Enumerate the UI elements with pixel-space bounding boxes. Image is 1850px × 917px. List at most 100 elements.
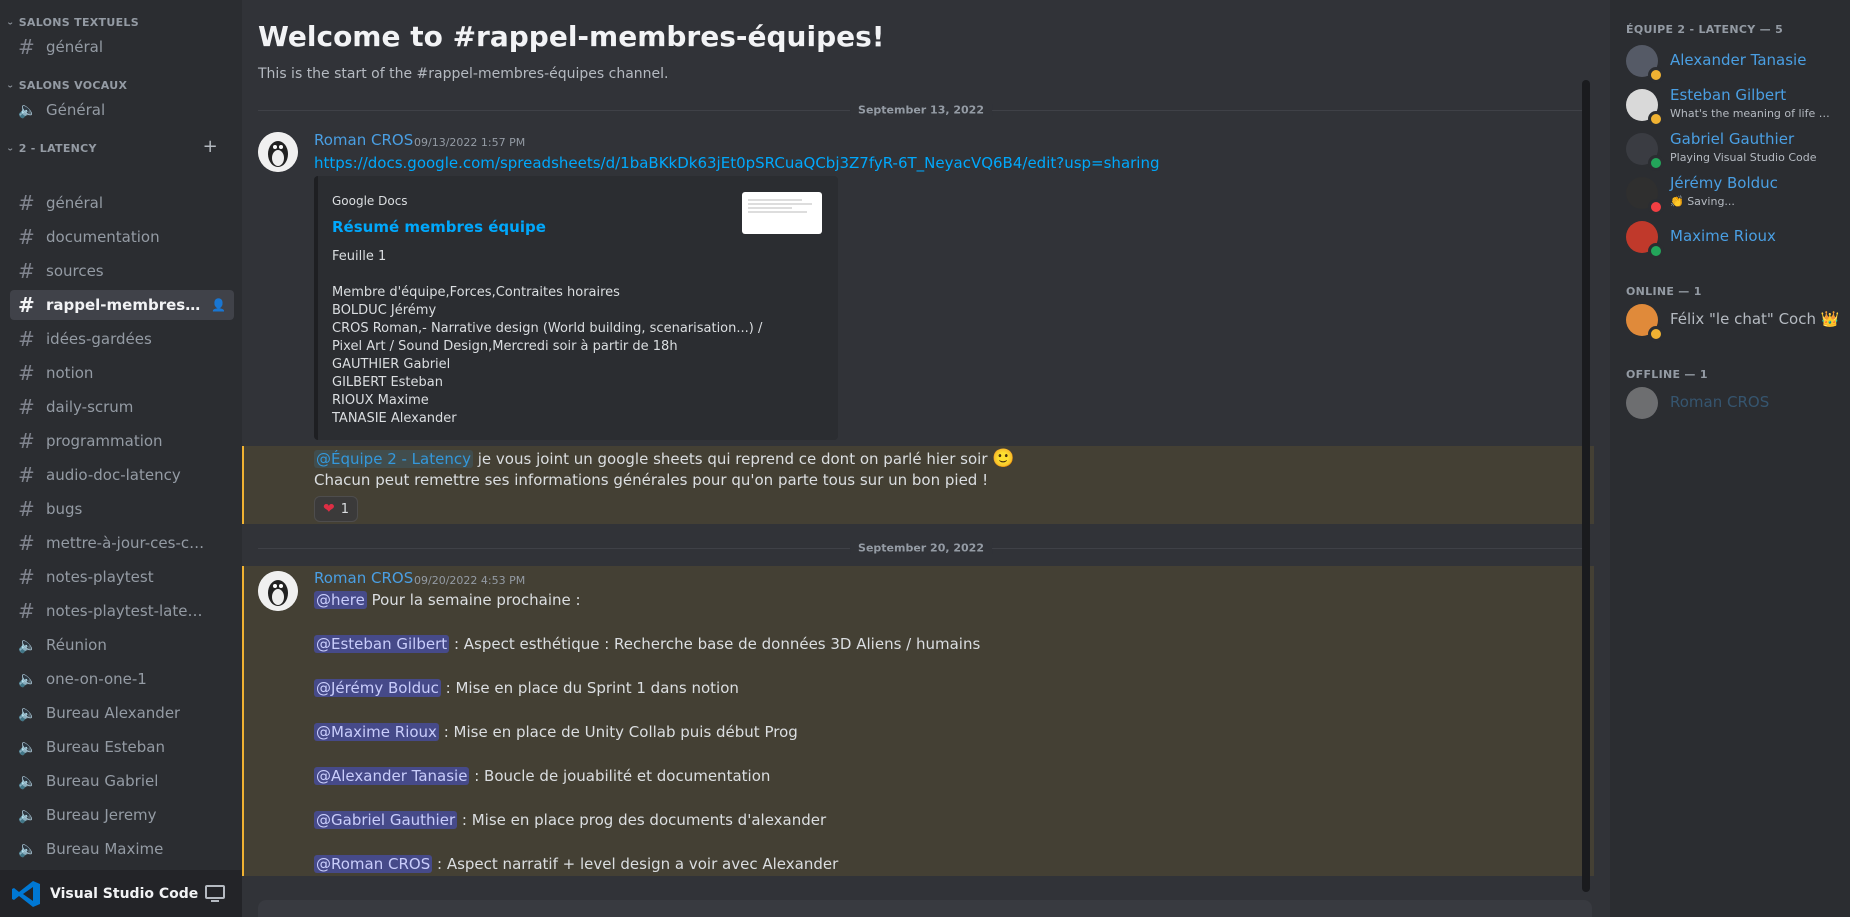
channel-active[interactable]: #rappel-membres-équ...👤 — [10, 290, 234, 320]
channel-item[interactable]: # notes-playtest-latency — [10, 596, 234, 626]
member-name: Gabriel Gauthier — [1670, 130, 1795, 148]
channel-item[interactable]: 🔈 one-on-one-1 — [10, 664, 234, 694]
add-channel-icon[interactable]: + — [203, 136, 218, 157]
chat-area: Welcome to #rappel-membres-équipes! This… — [242, 0, 1594, 917]
status-green-icon — [1648, 243, 1664, 259]
avatar[interactable] — [258, 132, 298, 172]
channel-item[interactable]: 🔈 Bureau Gabriel — [10, 766, 234, 796]
channel-general[interactable]: # général — [10, 32, 234, 62]
user-mention[interactable]: @Jérémy Bolduc — [314, 679, 441, 697]
invite-icon[interactable]: 👤 — [211, 298, 226, 312]
role-mention[interactable]: @Équipe 2 - Latency — [314, 450, 473, 468]
message-line: @Esteban Gilbert : Aspect esthétique : R… — [314, 635, 981, 653]
message-timestamp: 09/13/2022 1:57 PM — [414, 136, 526, 149]
status-idle-icon — [1648, 67, 1664, 83]
member-item[interactable]: Maxime Rioux — [1626, 217, 1846, 259]
embed-thumbnail[interactable] — [742, 192, 822, 234]
user-mention[interactable]: @Maxime Rioux — [314, 723, 439, 741]
member-name: Félix "le chat" Coch 👑 — [1670, 310, 1840, 328]
here-mention[interactable]: @here — [314, 591, 367, 609]
category-text-channels[interactable]: ⌄ SALONS TEXTUELS — [6, 16, 139, 29]
channel-item[interactable]: # notion — [10, 358, 234, 388]
scrollbar-thumb[interactable] — [1582, 80, 1590, 892]
mention-highlight — [242, 566, 1594, 876]
scrollbar[interactable] — [1578, 0, 1594, 917]
status-green-icon — [1648, 155, 1664, 171]
welcome-subtitle: This is the start of the #rappel-membres… — [258, 66, 669, 82]
hash-icon: # — [18, 463, 35, 487]
member-felix[interactable]: Félix "le chat" Coch 👑 — [1626, 300, 1846, 342]
hash-icon: # — [18, 599, 35, 623]
category-voice-channels[interactable]: ⌄ SALONS VOCAUX — [6, 79, 127, 92]
channel-sidebar: ⌄ SALONS TEXTUELS # général ⌄ SALONS VOCAUX… — [0, 0, 242, 917]
speaker-icon: 🔈 — [18, 772, 37, 790]
embed-title[interactable]: Résumé membres équipe — [332, 218, 546, 236]
channel-item[interactable]: 🔈 Bureau Alexander — [10, 698, 234, 728]
member-item[interactable]: Esteban Gilbert What's the meaning of lif… — [1626, 85, 1846, 127]
channel-item[interactable]: 🔈 Bureau Jeremy — [10, 800, 234, 830]
avatar[interactable] — [258, 571, 298, 611]
channel-item[interactable]: # documentation — [10, 222, 234, 252]
activity-panel: Visual Studio Code — [0, 870, 242, 917]
channel-item[interactable]: 🔈 Réunion — [10, 630, 234, 660]
channel-item[interactable]: # sources — [10, 256, 234, 286]
message-line: @Équipe 2 - Latency je vous joint un goo… — [314, 448, 1015, 469]
member-item[interactable]: Gabriel Gauthier Playing Visual Studio Co… — [1626, 129, 1846, 171]
message-author[interactable]: Roman CROS — [314, 131, 413, 149]
member-name: Maxime Rioux — [1670, 227, 1776, 245]
voice-channel-general[interactable]: 🔈 Général — [10, 95, 234, 125]
channel-item[interactable]: # programmation — [10, 426, 234, 456]
hash-icon: # — [18, 429, 35, 453]
hash-icon: # — [18, 35, 35, 59]
speaker-icon: 🔈 — [18, 840, 37, 858]
message-input[interactable] — [258, 900, 1592, 917]
hash-icon: # — [18, 259, 35, 283]
member-name: Roman CROS — [1670, 393, 1770, 411]
message-line: Chacun peut remettre ses informations gé… — [314, 471, 989, 489]
member-item[interactable]: Alexander Tanasie — [1626, 41, 1846, 83]
chevron-down-icon: ⌄ — [6, 81, 15, 90]
hash-icon: # — [18, 293, 35, 317]
date-divider: September 13, 2022 — [258, 103, 1584, 117]
channel-item[interactable]: # audio-doc-latency — [10, 460, 234, 490]
message-line: @Jérémy Bolduc : Mise en place du Sprint… — [314, 679, 739, 697]
screen-share-icon[interactable] — [204, 882, 226, 904]
reaction-heart[interactable]: ❤ 1 — [314, 496, 358, 522]
message-link[interactable]: https://docs.google.com/spreadsheets/d/1… — [314, 154, 1160, 172]
member-item[interactable]: Jérémy Bolduc 👏 Saving... — [1626, 173, 1846, 215]
channel-item[interactable]: #mettre-à-jour-ces-contr... — [10, 528, 234, 558]
user-mention[interactable]: @Alexander Tanasie — [314, 767, 470, 785]
hash-icon: # — [18, 225, 35, 249]
hash-icon: # — [18, 497, 35, 521]
user-mention[interactable]: @Esteban Gilbert — [314, 635, 450, 653]
status-idle-icon — [1648, 111, 1664, 127]
member-name: Esteban Gilbert — [1670, 86, 1787, 104]
channel-item[interactable]: # idées-gardées — [10, 324, 234, 354]
member-status: What's the meaning of life if I ... — [1670, 107, 1830, 120]
link-embed: Google Docs Résumé membres équipe Feuill… — [314, 176, 838, 440]
channel-item[interactable]: # daily-scrum — [10, 392, 234, 422]
member-roman-offline[interactable]: Roman CROS — [1626, 383, 1846, 423]
channel-item[interactable]: 🔈 Bureau Esteban — [10, 732, 234, 762]
chevron-down-icon: ⌄ — [6, 144, 15, 153]
user-mention[interactable]: @Gabriel Gauthier — [314, 811, 458, 829]
channel-item[interactable]: # bugs — [10, 494, 234, 524]
embed-provider[interactable]: Google Docs — [332, 194, 408, 208]
speaker-icon: 🔈 — [18, 738, 37, 756]
channel-item[interactable]: # notes-playtest — [10, 562, 234, 592]
member-name: Jérémy Bolduc — [1670, 174, 1778, 192]
hash-icon: # — [18, 395, 35, 419]
message-author[interactable]: Roman CROS — [314, 569, 413, 587]
user-mention[interactable]: @Roman CROS — [314, 855, 433, 873]
message-line: @here Pour la semaine prochaine : — [314, 591, 581, 609]
smile-emoji: 🙂 — [992, 448, 1015, 469]
activity-title: Visual Studio Code — [50, 885, 199, 902]
channel-item[interactable]: 🔈 Bureau Maxime — [10, 834, 234, 864]
channel-item[interactable]: # général — [10, 188, 234, 218]
message-line: @Roman CROS : Aspect narratif + level de… — [314, 855, 839, 873]
date-divider: September 20, 2022 — [258, 541, 1584, 555]
status-dnd-icon — [1648, 199, 1664, 215]
speaker-icon: 🔈 — [18, 101, 37, 119]
member-category-team: ÉQUIPE 2 - LATENCY — 5 — [1626, 23, 1784, 36]
category-latency[interactable]: ⌄ 2 - LATENCY + — [6, 136, 232, 157]
